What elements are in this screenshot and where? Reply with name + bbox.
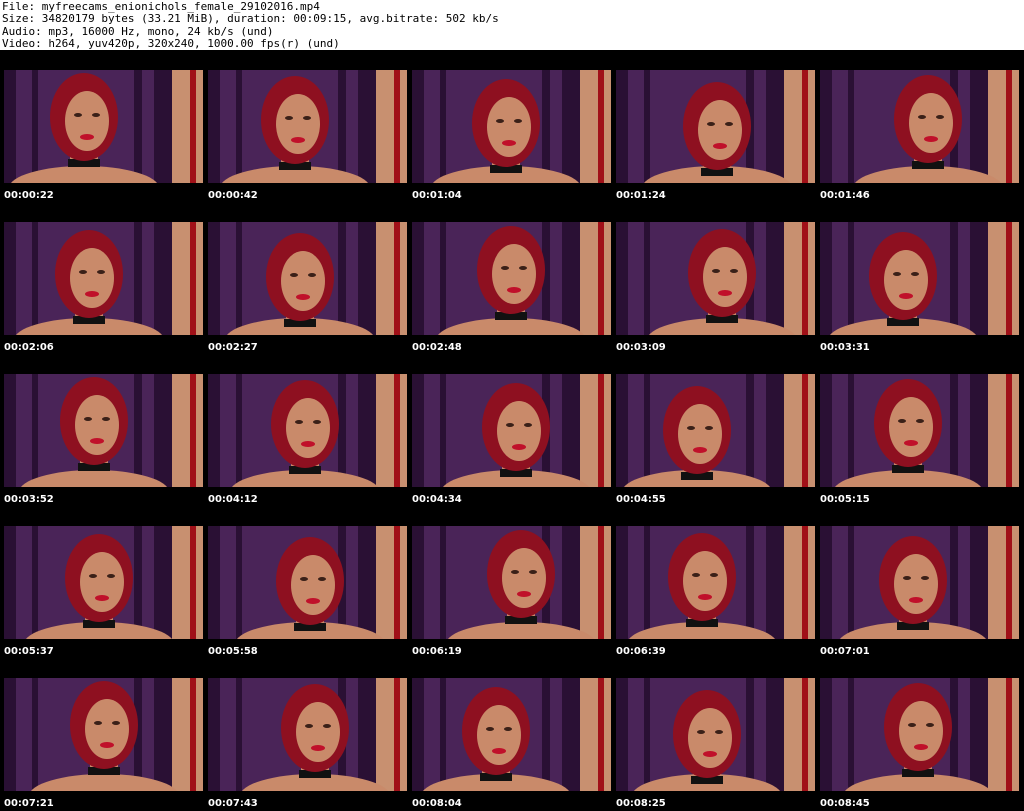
frame-timestamp: 00:07:43: [208, 798, 258, 809]
video-frame-thumbnail: [616, 70, 815, 183]
video-frame-thumbnail: [208, 222, 407, 335]
video-frame-thumbnail: [208, 526, 407, 639]
frame-timestamp: 00:08:45: [820, 798, 870, 809]
frame-timestamp: 00:07:01: [820, 646, 870, 657]
video-frame-thumbnail: [4, 678, 203, 791]
thumbnail-cell: 00:06:39: [613, 506, 817, 658]
thumbnail-cell: 00:03:31: [817, 202, 1021, 354]
video-frame-thumbnail: [208, 374, 407, 487]
video-frame-thumbnail: [412, 678, 611, 791]
frame-timestamp: 00:07:21: [4, 798, 54, 809]
video-frame-thumbnail: [208, 678, 407, 791]
thumbnail-grid: 00:00:22 00:00:42 00:01:04 00:01:24 00:01:46…: [0, 50, 1024, 811]
file-size-line: Size: 34820179 bytes (33.21 MiB), durati…: [2, 12, 499, 26]
thumbnail-cell: 00:06:19: [409, 506, 613, 658]
thumbnail-cell: 00:08:04: [409, 658, 613, 810]
frame-timestamp: 00:03:09: [616, 342, 666, 353]
frame-timestamp: 00:05:15: [820, 494, 870, 505]
file-info-header: File: myfreecams_enionichols_female_2910…: [0, 0, 1024, 50]
thumbnail-cell: 00:02:06: [1, 202, 205, 354]
frame-timestamp: 00:06:19: [412, 646, 462, 657]
video-frame-thumbnail: [616, 374, 815, 487]
thumbnail-cell: 00:05:58: [205, 506, 409, 658]
frame-timestamp: 00:02:06: [4, 342, 54, 353]
frame-timestamp: 00:08:04: [412, 798, 462, 809]
frame-timestamp: 00:03:52: [4, 494, 54, 505]
frame-timestamp: 00:00:42: [208, 190, 258, 201]
thumbnail-cell: 00:03:52: [1, 354, 205, 506]
frame-timestamp: 00:01:46: [820, 190, 870, 201]
video-frame-thumbnail: [412, 70, 611, 183]
video-info-line: Video: h264, yuv420p, 320x240, 1000.00 f…: [2, 37, 340, 51]
video-frame-thumbnail: [4, 222, 203, 335]
thumbnail-cell: 00:07:43: [205, 658, 409, 810]
frame-timestamp: 00:00:22: [4, 190, 54, 201]
thumbnail-cell: 00:08:25: [613, 658, 817, 810]
frame-timestamp: 00:04:55: [616, 494, 666, 505]
video-frame-thumbnail: [820, 374, 1019, 487]
video-frame-thumbnail: [412, 374, 611, 487]
thumbnail-cell: 00:04:34: [409, 354, 613, 506]
thumbnail-cell: 00:02:48: [409, 202, 613, 354]
frame-timestamp: 00:04:34: [412, 494, 462, 505]
video-frame-thumbnail: [412, 222, 611, 335]
thumbnail-cell: 00:07:21: [1, 658, 205, 810]
thumbnail-cell: 00:00:22: [1, 50, 205, 202]
video-frame-thumbnail: [820, 526, 1019, 639]
video-frame-thumbnail: [820, 678, 1019, 791]
frame-timestamp: 00:02:48: [412, 342, 462, 353]
video-frame-thumbnail: [412, 526, 611, 639]
video-frame-thumbnail: [208, 70, 407, 183]
thumbnail-cell: 00:04:55: [613, 354, 817, 506]
thumbnail-cell: 00:05:37: [1, 506, 205, 658]
frame-timestamp: 00:02:27: [208, 342, 258, 353]
video-frame-thumbnail: [4, 526, 203, 639]
video-frame-thumbnail: [4, 70, 203, 183]
thumbnail-cell: 00:08:45: [817, 658, 1021, 810]
frame-timestamp: 00:06:39: [616, 646, 666, 657]
thumbnail-cell: 00:00:42: [205, 50, 409, 202]
frame-timestamp: 00:05:37: [4, 646, 54, 657]
frame-timestamp: 00:05:58: [208, 646, 258, 657]
video-frame-thumbnail: [820, 222, 1019, 335]
thumbnail-cell: 00:01:46: [817, 50, 1021, 202]
video-frame-thumbnail: [616, 526, 815, 639]
frame-timestamp: 00:01:04: [412, 190, 462, 201]
video-frame-thumbnail: [4, 374, 203, 487]
thumbnail-cell: 00:04:12: [205, 354, 409, 506]
frame-timestamp: 00:08:25: [616, 798, 666, 809]
video-frame-thumbnail: [616, 678, 815, 791]
thumbnail-cell: 00:01:24: [613, 50, 817, 202]
thumbnail-cell: 00:03:09: [613, 202, 817, 354]
thumbnail-cell: 00:05:15: [817, 354, 1021, 506]
video-frame-thumbnail: [820, 70, 1019, 183]
frame-timestamp: 00:04:12: [208, 494, 258, 505]
video-frame-thumbnail: [616, 222, 815, 335]
thumbnail-cell: 00:01:04: [409, 50, 613, 202]
thumbnail-cell: 00:07:01: [817, 506, 1021, 658]
frame-timestamp: 00:01:24: [616, 190, 666, 201]
frame-timestamp: 00:03:31: [820, 342, 870, 353]
thumbnail-cell: 00:02:27: [205, 202, 409, 354]
